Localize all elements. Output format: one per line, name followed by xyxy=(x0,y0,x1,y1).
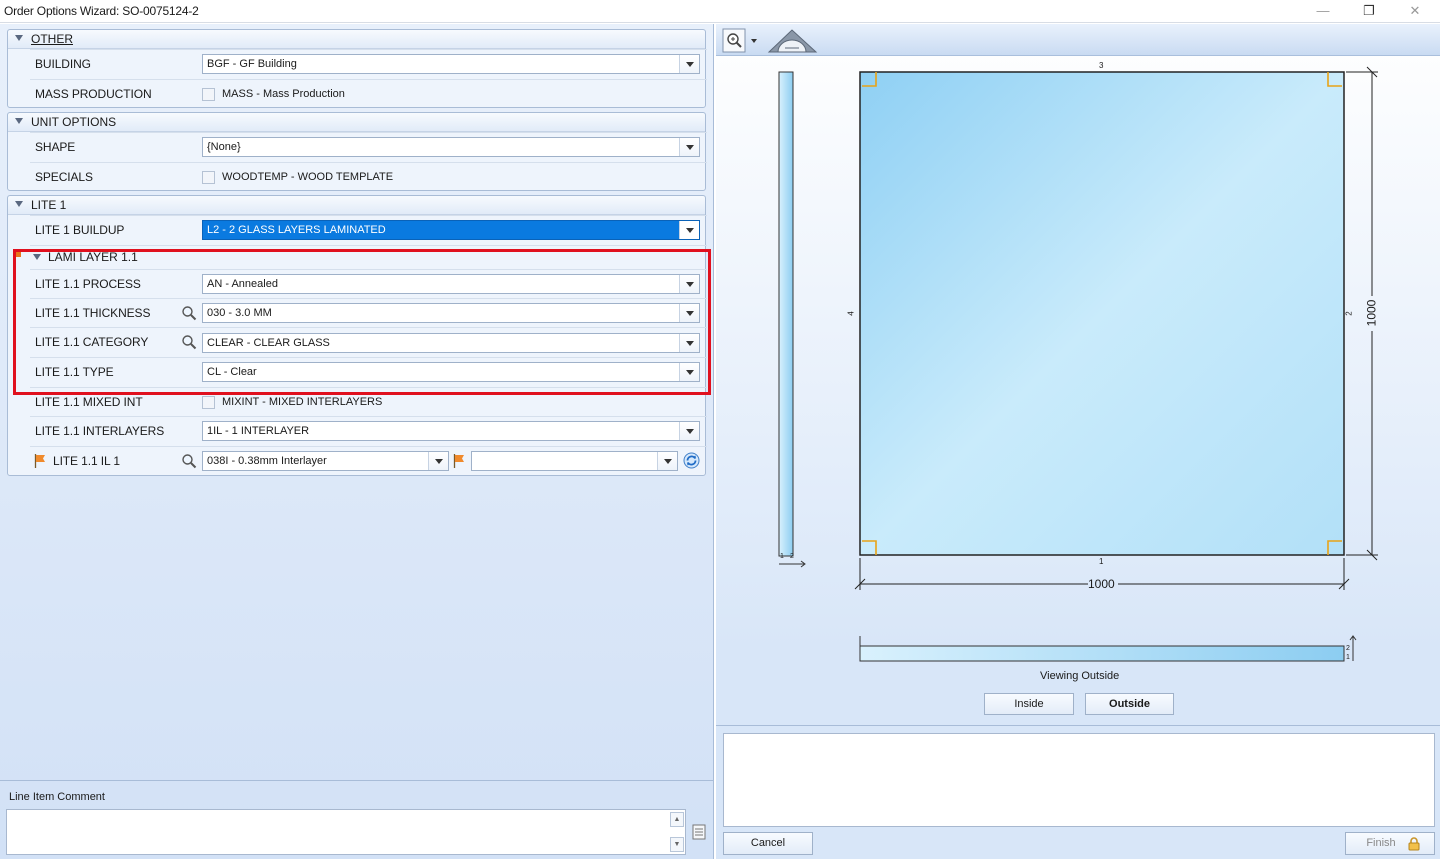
finish-button[interactable]: Finish xyxy=(1345,832,1435,855)
finish-label: Finish xyxy=(1366,837,1396,849)
row-building: BUILDING BGF - GF Building xyxy=(30,49,707,78)
mixed-int-checkbox[interactable] xyxy=(202,396,215,409)
combo-value: {None} xyxy=(207,141,241,153)
group-title: UNIT OPTIONS xyxy=(31,115,117,129)
row-interlayers: LITE 1.1 INTERLAYERS 1IL - 1 INTERLAYER xyxy=(30,416,707,445)
group-title: LITE 1 xyxy=(31,198,67,212)
group-title: OTHER xyxy=(31,32,73,46)
strip-label-2: 2 xyxy=(1346,645,1350,652)
row-specials: SPECIALS WOODTEMP - WOOD TEMPLATE xyxy=(30,162,707,191)
group-lite1-header[interactable]: LITE 1 xyxy=(8,196,705,215)
specials-checkbox[interactable] xyxy=(202,171,215,184)
notes-area xyxy=(723,733,1435,827)
combo-value: 038I - 0.38mm Interlayer xyxy=(207,455,327,467)
line-item-comment-input[interactable]: ▲ ▼ xyxy=(6,809,686,855)
cancel-button[interactable]: Cancel xyxy=(723,832,813,855)
field-label: MASS PRODUCTION xyxy=(35,87,152,101)
collapse-icon[interactable] xyxy=(15,201,23,207)
row-il1: LITE 1.1 IL 1 038I - 0.38mm Interlayer xyxy=(30,446,707,475)
combo-value: 1IL - 1 INTERLAYER xyxy=(207,425,310,437)
strip-label-1: 1 xyxy=(1346,654,1350,661)
dropdown-arrow-icon[interactable] xyxy=(679,221,699,239)
row-lite1-buildup: LITE 1 BUILDUP L2 - 2 GLASS LAYERS LAMIN… xyxy=(30,215,707,244)
refresh-icon[interactable] xyxy=(683,452,700,469)
field-label: SPECIALS xyxy=(35,170,93,184)
row-shape: SHAPE {None} xyxy=(30,132,707,161)
search-icon[interactable] xyxy=(181,453,197,469)
notes-icon[interactable] xyxy=(692,824,706,840)
row-mass-production: MASS PRODUCTION MASS - Mass Production xyxy=(30,79,707,108)
combo-value: BGF - GF Building xyxy=(207,58,297,70)
outside-button[interactable]: Outside xyxy=(1085,693,1174,715)
field-label: LITE 1.1 INTERLAYERS xyxy=(35,424,165,438)
group-other: OTHER BUILDING BGF - GF Building MASS PR… xyxy=(7,29,707,108)
minimize-button[interactable]: — xyxy=(1300,0,1346,23)
close-button[interactable]: ✕ xyxy=(1392,0,1438,23)
building-combo[interactable]: BGF - GF Building xyxy=(202,54,700,74)
field-label: LITE 1 BUILDUP xyxy=(35,223,125,237)
zoom-icon[interactable] xyxy=(722,26,760,54)
dropdown-arrow-icon[interactable] xyxy=(679,138,699,156)
il1-combo[interactable]: 038I - 0.38mm Interlayer xyxy=(202,451,449,471)
collapse-icon[interactable] xyxy=(15,35,23,41)
edge-label-bottom: 1 xyxy=(1099,557,1104,566)
lock-icon xyxy=(1408,837,1420,851)
title-bar: Order Options Wizard: SO-0075124-2 — ❐ ✕ xyxy=(0,0,1440,23)
scroll-up-icon[interactable]: ▲ xyxy=(670,812,684,827)
field-label: LITE 1.1 MIXED INT xyxy=(35,395,143,409)
dropdown-arrow-icon[interactable] xyxy=(428,452,448,470)
inside-button[interactable]: Inside xyxy=(984,693,1074,715)
divider xyxy=(0,780,714,781)
edge-label-right: 2 xyxy=(1344,311,1354,316)
flag-icon xyxy=(34,454,45,468)
side-profile xyxy=(778,71,794,557)
height-value: 1000 xyxy=(1364,299,1379,327)
divider xyxy=(716,725,1440,726)
lite1-buildup-combo[interactable]: L2 - 2 GLASS LAYERS LAMINATED xyxy=(202,220,700,240)
shape-combo[interactable]: {None} xyxy=(202,137,700,157)
highlight-box xyxy=(13,249,711,395)
collapse-icon[interactable] xyxy=(15,118,23,124)
checkbox-label: MASS - Mass Production xyxy=(222,88,345,100)
glass-preview xyxy=(778,66,1378,662)
dropdown-arrow-icon[interactable] xyxy=(657,452,677,470)
glass-pane xyxy=(859,71,1345,556)
group-other-header[interactable]: OTHER xyxy=(8,30,705,49)
flag-icon xyxy=(453,454,464,468)
group-unit-options: UNIT OPTIONS SHAPE {None} SPECIALS WOODT… xyxy=(7,112,707,191)
combo-value: L2 - 2 GLASS LAYERS LAMINATED xyxy=(207,224,386,236)
dropdown-arrow-icon[interactable] xyxy=(679,422,699,440)
field-label: BUILDING xyxy=(35,57,91,71)
side-label-1: 1 xyxy=(780,553,784,560)
il1-secondary-combo[interactable] xyxy=(471,451,678,471)
dropdown-arrow-icon[interactable] xyxy=(679,55,699,73)
scroll-down-icon[interactable]: ▼ xyxy=(670,837,684,852)
edge-label-left: 4 xyxy=(846,311,856,316)
shape-view-icon[interactable] xyxy=(766,26,820,54)
group-unit-options-header[interactable]: UNIT OPTIONS xyxy=(8,113,705,132)
restore-button[interactable]: ❐ xyxy=(1346,0,1392,23)
window-title: Order Options Wizard: SO-0075124-2 xyxy=(4,4,199,18)
checkbox-label: WOODTEMP - WOOD TEMPLATE xyxy=(222,171,394,183)
checkbox-label: MIXINT - MIXED INTERLAYERS xyxy=(222,396,383,408)
edge-label-top: 3 xyxy=(1099,61,1104,70)
width-value: 1000 xyxy=(1088,577,1115,591)
comment-label: Line Item Comment xyxy=(9,791,105,803)
interlayers-combo[interactable]: 1IL - 1 INTERLAYER xyxy=(202,421,700,441)
elevation-strip xyxy=(859,645,1345,662)
field-label: LITE 1.1 IL 1 xyxy=(53,454,120,468)
side-label-2: 2 xyxy=(790,553,794,560)
field-label: SHAPE xyxy=(35,140,76,154)
preview-toolbar xyxy=(716,24,1440,56)
viewing-caption: Viewing Outside xyxy=(1040,670,1120,682)
mass-production-checkbox[interactable] xyxy=(202,88,215,101)
